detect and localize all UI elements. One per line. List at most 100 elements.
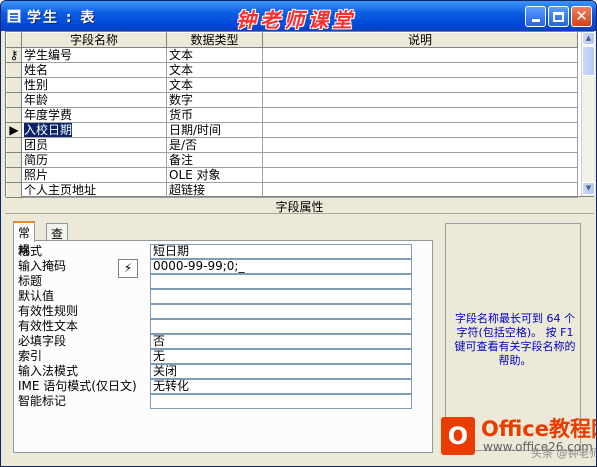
- scroll-thumb[interactable]: [582, 46, 595, 76]
- field-name-cell[interactable]: 学生编号: [21, 47, 167, 63]
- property-label: 输入法模式: [18, 364, 79, 378]
- description-cell[interactable]: [262, 92, 578, 108]
- row-selector[interactable]: [6, 77, 22, 93]
- magic-wand-icon: ⚡: [123, 261, 133, 275]
- column-header-description[interactable]: 说明: [262, 32, 578, 48]
- data-type-cell[interactable]: 超链接: [166, 182, 263, 198]
- property-value-field[interactable]: 短日期: [150, 244, 412, 259]
- table-row[interactable]: 团员 是/否: [6, 137, 578, 153]
- close-button[interactable]: ✕: [571, 6, 592, 27]
- primary-key-icon[interactable]: ⚷: [6, 47, 22, 63]
- property-value-field[interactable]: [150, 304, 412, 319]
- table-design-window: 学生 : 表 钟老师课堂 ✕ 字段名称 数据类型 说明 ⚷ 学生编号 文本 姓名 文本性…: [0, 0, 597, 467]
- description-cell[interactable]: [262, 122, 578, 138]
- property-value-field[interactable]: 关闭: [150, 364, 412, 379]
- scroll-up-button[interactable]: ▲: [582, 32, 595, 45]
- current-row-arrow-icon[interactable]: ▶: [6, 122, 22, 138]
- property-label: 索引: [18, 349, 43, 363]
- row-selector[interactable]: [6, 182, 22, 198]
- row-selector[interactable]: [6, 62, 22, 78]
- field-name-cell[interactable]: 简历: [21, 152, 167, 168]
- description-cell[interactable]: [262, 47, 578, 63]
- brand-overlay: 钟老师课堂: [236, 8, 356, 32]
- minimize-button[interactable]: [525, 6, 546, 27]
- help-text: 字段名称最长可到 64 个字符(包括空格)。 按 F1 键可查看有关字段名称的帮…: [454, 312, 576, 367]
- watermark: O Office教程网 www.office26.com 头条 @钟老师课堂: [441, 413, 596, 461]
- description-cell[interactable]: [262, 167, 578, 183]
- property-value-field[interactable]: [150, 394, 412, 409]
- description-cell[interactable]: [262, 182, 578, 198]
- minimize-icon: [531, 19, 540, 22]
- grid-scrollbar[interactable]: ▲ ▼: [581, 32, 595, 196]
- property-label: 必填字段: [18, 334, 67, 348]
- property-value-field[interactable]: [150, 274, 412, 289]
- field-name-cell[interactable]: 年度学费: [21, 107, 167, 123]
- office-logo-icon: O: [441, 417, 475, 455]
- description-cell[interactable]: [262, 152, 578, 168]
- property-label: 标题: [18, 274, 43, 288]
- field-name-cell[interactable]: 团员: [21, 137, 167, 153]
- property-value-field[interactable]: [150, 319, 412, 334]
- property-value-field[interactable]: 无转化: [150, 379, 412, 394]
- maximize-button[interactable]: [548, 6, 569, 27]
- table-row[interactable]: 照片 OLE 对象: [6, 167, 578, 183]
- close-icon: ✕: [575, 7, 588, 25]
- column-header-field-name[interactable]: 字段名称: [21, 32, 167, 48]
- row-selector[interactable]: [6, 92, 22, 108]
- table-row[interactable]: ⚷ 学生编号 文本: [6, 47, 578, 63]
- row-selector[interactable]: [6, 137, 22, 153]
- property-label: 智能标记: [18, 394, 67, 408]
- property-label: IME 语句模式(仅日文): [18, 379, 137, 393]
- field-name-cell[interactable]: 照片: [21, 167, 167, 183]
- row-selector[interactable]: [6, 167, 22, 183]
- data-type-cell[interactable]: 文本: [166, 62, 263, 78]
- table-row[interactable]: 个人主页地址 超链接: [6, 182, 578, 198]
- table-row[interactable]: 性别 文本: [6, 77, 578, 93]
- tab-lookup[interactable]: 查阅: [46, 223, 69, 258]
- watermark-source: 头条 @钟老师课堂: [531, 447, 596, 460]
- property-value-field[interactable]: 0000-99-99;0;_: [150, 259, 412, 274]
- data-type-cell[interactable]: 日期/时间: [166, 122, 263, 138]
- description-cell[interactable]: [262, 137, 578, 153]
- build-wizard-button[interactable]: ⚡: [118, 259, 138, 278]
- column-header-data-type[interactable]: 数据类型: [166, 32, 263, 48]
- table-row[interactable]: 年度学费 货币: [6, 107, 578, 123]
- maximize-icon: [553, 11, 564, 22]
- table-row[interactable]: 简历 备注: [6, 152, 578, 168]
- field-name-cell[interactable]: 年龄: [21, 92, 167, 108]
- tab-general[interactable]: 常规: [13, 221, 36, 257]
- field-table: 字段名称 数据类型 说明 ⚷ 学生编号 文本 姓名 文本 性别 文本 年龄 数字 年度学费 货币 ▶ 入…: [6, 32, 578, 198]
- table-row[interactable]: ▶ 入校日期 日期/时间: [6, 122, 578, 138]
- table-icon[interactable]: [7, 9, 21, 23]
- row-selector[interactable]: [6, 152, 22, 168]
- property-value-field[interactable]: [150, 289, 412, 304]
- data-type-cell[interactable]: 文本: [166, 77, 263, 93]
- data-type-cell[interactable]: 备注: [166, 152, 263, 168]
- property-label: 输入掩码: [18, 259, 67, 273]
- watermark-brand: Office教程网: [481, 417, 596, 441]
- data-type-cell[interactable]: 货币: [166, 107, 263, 123]
- data-type-cell[interactable]: 文本: [166, 47, 263, 63]
- title-bar[interactable]: 学生 : 表 钟老师课堂 ✕: [1, 1, 596, 32]
- select-all-corner[interactable]: [6, 32, 22, 48]
- property-label: 有效性文本: [18, 319, 79, 333]
- data-type-cell[interactable]: OLE 对象: [166, 167, 263, 183]
- table-row[interactable]: 年龄 数字: [6, 92, 578, 108]
- property-value-field[interactable]: 否: [150, 334, 412, 349]
- scroll-down-button[interactable]: ▼: [582, 182, 595, 195]
- window-title: 学生 : 表: [27, 10, 97, 26]
- table-row[interactable]: 姓名 文本: [6, 62, 578, 78]
- data-type-cell[interactable]: 数字: [166, 92, 263, 108]
- property-value-field[interactable]: 无: [150, 349, 412, 364]
- field-name-cell[interactable]: 入校日期: [21, 122, 167, 138]
- selected-field-name[interactable]: 入校日期: [24, 123, 73, 137]
- field-grid: 字段名称 数据类型 说明 ⚷ 学生编号 文本 姓名 文本 性别 文本 年龄 数字 年度学费 货币 ▶ 入…: [5, 31, 595, 198]
- field-name-cell[interactable]: 个人主页地址: [21, 182, 167, 198]
- description-cell[interactable]: [262, 107, 578, 123]
- field-name-cell[interactable]: 姓名: [21, 62, 167, 78]
- description-cell[interactable]: [262, 62, 578, 78]
- data-type-cell[interactable]: 是/否: [166, 137, 263, 153]
- field-name-cell[interactable]: 性别: [21, 77, 167, 93]
- row-selector[interactable]: [6, 107, 22, 123]
- description-cell[interactable]: [262, 77, 578, 93]
